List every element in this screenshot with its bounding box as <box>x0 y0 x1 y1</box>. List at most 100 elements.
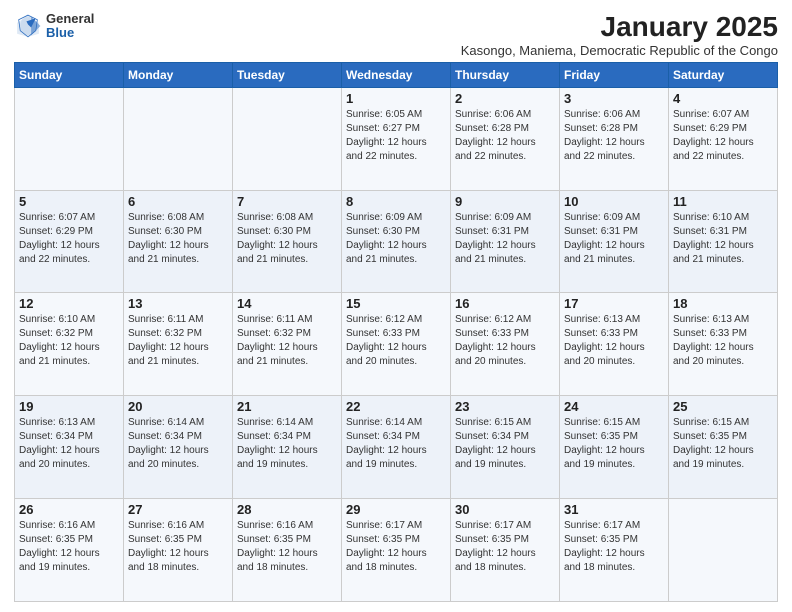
day-detail: Sunrise: 6:12 AM Sunset: 6:33 PM Dayligh… <box>455 313 555 369</box>
day-detail: Sunrise: 6:08 AM Sunset: 6:30 PM Dayligh… <box>128 211 228 267</box>
col-sunday: Sunday <box>15 62 124 87</box>
calendar-cell: 5 Sunrise: 6:07 AM Sunset: 6:29 PM Daylig… <box>15 190 124 293</box>
calendar-cell <box>124 87 233 190</box>
day-detail: Sunrise: 6:15 AM Sunset: 6:35 PM Dayligh… <box>673 416 773 472</box>
calendar-cell: 17Sunrise: 6:13 AM Sunset: 6:33 PM Dayli… <box>560 293 669 396</box>
day-number: 27 <box>128 502 228 517</box>
calendar-header: Sunday Monday Tuesday Wednesday Thursday… <box>15 62 778 87</box>
calendar-week-5: 26 Sunrise: 6:16 AM Sunset: 6:35 PM Dayli… <box>15 499 778 602</box>
day-number: 15 <box>346 296 446 311</box>
col-saturday: Saturday <box>669 62 778 87</box>
header: General Blue January 2025 Kasongo, Manie… <box>14 12 778 58</box>
calendar-cell: 21 Sunrise: 6:14 AM Sunset: 6:34 PM Dayli… <box>233 396 342 499</box>
calendar-cell: 1Sunrise: 6:05 AM Sunset: 6:27 PM Daylig… <box>342 87 451 190</box>
logo: General Blue <box>14 12 94 41</box>
day-detail: Sunrise: 6:13 AM Sunset: 6:33 PM Dayligh… <box>673 313 773 369</box>
day-detail: Sunrise: 6:13 AM Sunset: 6:34 PM Dayligh… <box>19 416 119 472</box>
calendar-cell: 11 Sunrise: 6:10 AM Sunset: 6:31 PM Dayli… <box>669 190 778 293</box>
day-number: 28 <box>237 502 337 517</box>
calendar-cell: 13 Sunrise: 6:11 AM Sunset: 6:32 PM Dayli… <box>124 293 233 396</box>
calendar-cell: 31Sunrise: 6:17 AM Sunset: 6:35 PM Dayli… <box>560 499 669 602</box>
calendar-cell: 24 Sunrise: 6:15 AM Sunset: 6:35 PM Dayli… <box>560 396 669 499</box>
subtitle: Kasongo, Maniema, Democratic Republic of… <box>461 43 778 58</box>
day-detail: Sunrise: 6:15 AM Sunset: 6:35 PM Dayligh… <box>564 416 664 472</box>
day-number: 26 <box>19 502 119 517</box>
calendar-cell: 29Sunrise: 6:17 AM Sunset: 6:35 PM Dayli… <box>342 499 451 602</box>
calendar-cell: 30Sunrise: 6:17 AM Sunset: 6:35 PM Dayli… <box>451 499 560 602</box>
day-detail: Sunrise: 6:15 AM Sunset: 6:34 PM Dayligh… <box>455 416 555 472</box>
calendar-cell: 28 Sunrise: 6:16 AM Sunset: 6:35 PM Dayli… <box>233 499 342 602</box>
col-thursday: Thursday <box>451 62 560 87</box>
day-detail: Sunrise: 6:07 AM Sunset: 6:29 PM Dayligh… <box>19 211 119 267</box>
day-number: 5 <box>19 194 119 209</box>
calendar-cell: 16 Sunrise: 6:12 AM Sunset: 6:33 PM Dayli… <box>451 293 560 396</box>
day-detail: Sunrise: 6:16 AM Sunset: 6:35 PM Dayligh… <box>19 519 119 575</box>
day-number: 7 <box>237 194 337 209</box>
day-number: 30 <box>455 502 555 517</box>
day-number: 21 <box>237 399 337 414</box>
calendar-cell: 12Sunrise: 6:10 AM Sunset: 6:32 PM Dayli… <box>15 293 124 396</box>
calendar-cell: 27 Sunrise: 6:16 AM Sunset: 6:35 PM Dayli… <box>124 499 233 602</box>
calendar-cell: 22Sunrise: 6:14 AM Sunset: 6:34 PM Dayli… <box>342 396 451 499</box>
day-detail: Sunrise: 6:11 AM Sunset: 6:32 PM Dayligh… <box>128 313 228 369</box>
logo-general-text: General <box>46 12 94 26</box>
calendar-cell: 14Sunrise: 6:11 AM Sunset: 6:32 PM Dayli… <box>233 293 342 396</box>
day-detail: Sunrise: 6:10 AM Sunset: 6:31 PM Dayligh… <box>673 211 773 267</box>
day-detail: Sunrise: 6:08 AM Sunset: 6:30 PM Dayligh… <box>237 211 337 267</box>
calendar-cell: 8Sunrise: 6:09 AM Sunset: 6:30 PM Daylig… <box>342 190 451 293</box>
day-number: 19 <box>19 399 119 414</box>
day-detail: Sunrise: 6:17 AM Sunset: 6:35 PM Dayligh… <box>564 519 664 575</box>
calendar-cell: 10Sunrise: 6:09 AM Sunset: 6:31 PM Dayli… <box>560 190 669 293</box>
day-number: 3 <box>564 91 664 106</box>
calendar-cell: 6Sunrise: 6:08 AM Sunset: 6:30 PM Daylig… <box>124 190 233 293</box>
col-tuesday: Tuesday <box>233 62 342 87</box>
title-block: January 2025 Kasongo, Maniema, Democrati… <box>461 12 778 58</box>
day-detail: Sunrise: 6:16 AM Sunset: 6:35 PM Dayligh… <box>237 519 337 575</box>
day-number: 24 <box>564 399 664 414</box>
calendar-cell: 4 Sunrise: 6:07 AM Sunset: 6:29 PM Daylig… <box>669 87 778 190</box>
calendar-cell: 9 Sunrise: 6:09 AM Sunset: 6:31 PM Daylig… <box>451 190 560 293</box>
main-title: January 2025 <box>461 12 778 43</box>
day-number: 18 <box>673 296 773 311</box>
calendar-cell <box>15 87 124 190</box>
calendar-cell: 18 Sunrise: 6:13 AM Sunset: 6:33 PM Dayli… <box>669 293 778 396</box>
logo-text: General Blue <box>46 12 94 41</box>
day-number: 8 <box>346 194 446 209</box>
calendar-week-4: 19 Sunrise: 6:13 AM Sunset: 6:34 PM Dayli… <box>15 396 778 499</box>
day-number: 16 <box>455 296 555 311</box>
calendar-cell: 3Sunrise: 6:06 AM Sunset: 6:28 PM Daylig… <box>560 87 669 190</box>
day-detail: Sunrise: 6:12 AM Sunset: 6:33 PM Dayligh… <box>346 313 446 369</box>
day-number: 11 <box>673 194 773 209</box>
col-wednesday: Wednesday <box>342 62 451 87</box>
calendar-cell <box>669 499 778 602</box>
day-number: 17 <box>564 296 664 311</box>
calendar-week-2: 5 Sunrise: 6:07 AM Sunset: 6:29 PM Daylig… <box>15 190 778 293</box>
calendar-cell <box>233 87 342 190</box>
day-number: 13 <box>128 296 228 311</box>
calendar-cell: 25 Sunrise: 6:15 AM Sunset: 6:35 PM Dayli… <box>669 396 778 499</box>
day-detail: Sunrise: 6:07 AM Sunset: 6:29 PM Dayligh… <box>673 108 773 164</box>
header-row: Sunday Monday Tuesday Wednesday Thursday… <box>15 62 778 87</box>
day-detail: Sunrise: 6:09 AM Sunset: 6:31 PM Dayligh… <box>564 211 664 267</box>
day-number: 20 <box>128 399 228 414</box>
day-number: 4 <box>673 91 773 106</box>
calendar-cell: 2Sunrise: 6:06 AM Sunset: 6:28 PM Daylig… <box>451 87 560 190</box>
day-detail: Sunrise: 6:14 AM Sunset: 6:34 PM Dayligh… <box>128 416 228 472</box>
day-number: 25 <box>673 399 773 414</box>
col-friday: Friday <box>560 62 669 87</box>
day-detail: Sunrise: 6:06 AM Sunset: 6:28 PM Dayligh… <box>455 108 555 164</box>
calendar-cell: 26 Sunrise: 6:16 AM Sunset: 6:35 PM Dayli… <box>15 499 124 602</box>
day-detail: Sunrise: 6:16 AM Sunset: 6:35 PM Dayligh… <box>128 519 228 575</box>
day-detail: Sunrise: 6:09 AM Sunset: 6:31 PM Dayligh… <box>455 211 555 267</box>
day-number: 9 <box>455 194 555 209</box>
day-detail: Sunrise: 6:10 AM Sunset: 6:32 PM Dayligh… <box>19 313 119 369</box>
day-detail: Sunrise: 6:14 AM Sunset: 6:34 PM Dayligh… <box>237 416 337 472</box>
day-number: 23 <box>455 399 555 414</box>
calendar-cell: 19 Sunrise: 6:13 AM Sunset: 6:34 PM Dayli… <box>15 396 124 499</box>
calendar-cell: 7 Sunrise: 6:08 AM Sunset: 6:30 PM Daylig… <box>233 190 342 293</box>
calendar-body: 1Sunrise: 6:05 AM Sunset: 6:27 PM Daylig… <box>15 87 778 601</box>
calendar-cell: 20 Sunrise: 6:14 AM Sunset: 6:34 PM Dayli… <box>124 396 233 499</box>
day-number: 14 <box>237 296 337 311</box>
day-detail: Sunrise: 6:14 AM Sunset: 6:34 PM Dayligh… <box>346 416 446 472</box>
day-detail: Sunrise: 6:17 AM Sunset: 6:35 PM Dayligh… <box>346 519 446 575</box>
